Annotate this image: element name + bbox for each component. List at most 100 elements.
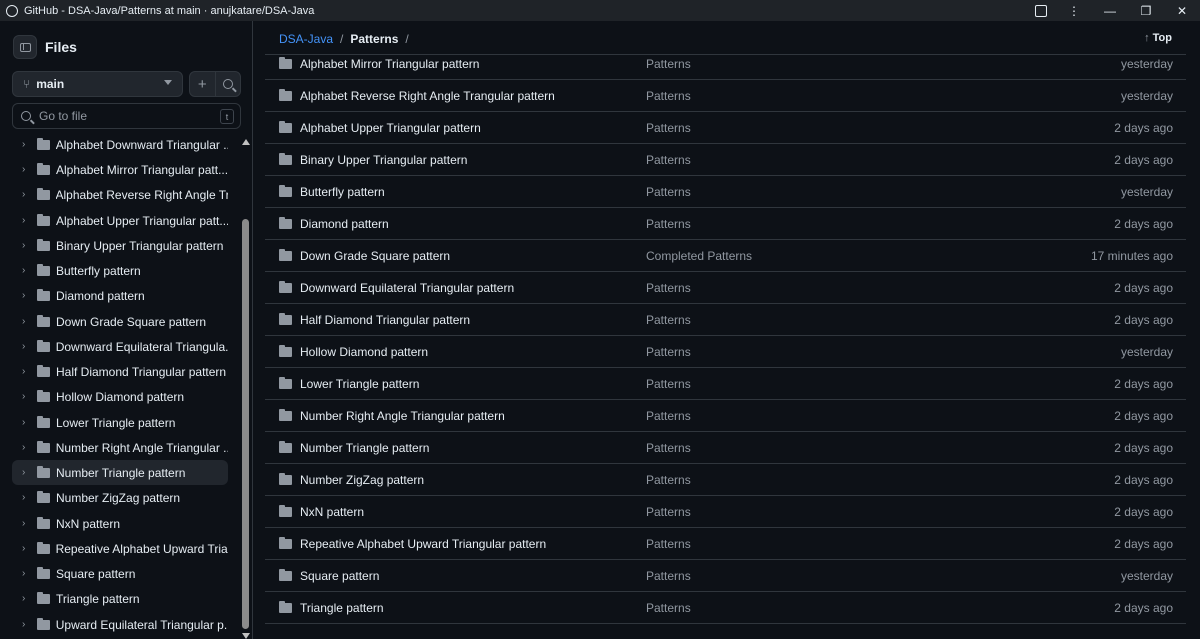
chevron-right-icon[interactable]: › — [22, 518, 30, 529]
row-commit-message[interactable]: Patterns — [646, 505, 691, 519]
tree-item[interactable]: › Upward Equilateral Triangular p... — [12, 612, 228, 637]
chevron-right-icon[interactable]: › — [22, 442, 30, 453]
tree-item[interactable]: › Triangle pattern — [12, 586, 228, 611]
scrollbar-thumb[interactable] — [242, 219, 249, 629]
row-commit-message[interactable]: Patterns — [646, 473, 691, 487]
row-commit-message[interactable]: Patterns — [646, 57, 691, 71]
chevron-right-icon[interactable]: › — [22, 341, 30, 352]
chevron-right-icon[interactable]: › — [22, 290, 30, 301]
table-row[interactable]: Alphabet Upper Triangular pattern Pattern… — [265, 112, 1186, 144]
chevron-right-icon[interactable]: › — [22, 619, 30, 630]
chevron-right-icon[interactable]: › — [22, 492, 30, 503]
breadcrumb-repo-link[interactable]: DSA-Java — [279, 32, 333, 46]
search-button[interactable] — [216, 72, 241, 96]
minimize-icon[interactable]: — — [1092, 0, 1128, 21]
tree-item[interactable]: › Alphabet Downward Triangular ... — [12, 132, 228, 157]
row-commit-message[interactable]: Patterns — [646, 217, 691, 231]
row-commit-message[interactable]: Patterns — [646, 569, 691, 583]
table-row[interactable]: Number ZigZag pattern Patterns 2 days ago — [265, 464, 1186, 496]
row-name-link[interactable]: Number ZigZag pattern — [300, 473, 640, 487]
go-to-file-input[interactable] — [39, 109, 209, 123]
row-name-link[interactable]: NxN pattern — [300, 505, 640, 519]
row-name-link[interactable]: Down Grade Square pattern — [300, 249, 640, 263]
tree-item[interactable]: › Half Diamond Triangular pattern — [12, 359, 228, 384]
scroll-down-icon[interactable] — [242, 633, 250, 639]
row-name-link[interactable]: Alphabet Mirror Triangular pattern — [300, 57, 640, 71]
chevron-right-icon[interactable]: › — [22, 215, 30, 226]
table-row[interactable]: Triangle pattern Patterns 2 days ago — [265, 592, 1186, 624]
row-commit-message[interactable]: Patterns — [646, 537, 691, 551]
row-name-link[interactable]: Butterfly pattern — [300, 185, 640, 199]
chevron-right-icon[interactable]: › — [22, 316, 30, 327]
tree-item[interactable]: › Lower Triangle pattern — [12, 410, 228, 435]
sidebar-scrollbar[interactable] — [241, 139, 251, 639]
row-name-link[interactable]: Alphabet Reverse Right Angle Trangular p… — [300, 89, 640, 103]
row-commit-message[interactable]: Patterns — [646, 153, 691, 167]
row-name-link[interactable]: Diamond pattern — [300, 217, 640, 231]
tree-item[interactable]: › Number ZigZag pattern — [12, 485, 228, 510]
table-row[interactable]: Butterfly pattern Patterns yesterday — [265, 176, 1186, 208]
row-commit-message[interactable]: Patterns — [646, 313, 691, 327]
chevron-right-icon[interactable]: › — [22, 240, 30, 251]
chevron-right-icon[interactable]: › — [22, 265, 30, 276]
tree-item[interactable]: › Downward Equilateral Triangula... — [12, 334, 228, 359]
table-row[interactable]: Lower Triangle pattern Patterns 2 days ago — [265, 368, 1186, 400]
back-to-top-button[interactable]: ↑ Top — [1144, 32, 1172, 44]
table-row[interactable]: Number Right Angle Triangular pattern Pat… — [265, 400, 1186, 432]
table-row[interactable]: Half Diamond Triangular pattern Patterns 2… — [265, 304, 1186, 336]
tree-item[interactable]: › Down Grade Square pattern — [12, 309, 228, 334]
tree-item[interactable]: › Butterfly pattern — [12, 258, 228, 283]
close-icon[interactable]: ✕ — [1164, 0, 1200, 21]
more-options-icon[interactable]: ⋮ — [1056, 0, 1092, 21]
row-name-link[interactable]: Lower Triangle pattern — [300, 377, 640, 391]
restore-icon[interactable]: ❐ — [1128, 0, 1164, 21]
row-name-link[interactable]: Half Diamond Triangular pattern — [300, 313, 640, 327]
table-row[interactable]: Repeative Alphabet Upward Triangular pat… — [265, 528, 1186, 560]
row-commit-message[interactable]: Patterns — [646, 601, 691, 615]
chevron-right-icon[interactable]: › — [22, 366, 30, 377]
row-commit-message[interactable]: Patterns — [646, 409, 691, 423]
branch-selector[interactable]: ⑂ main — [12, 71, 183, 97]
add-file-button[interactable]: + — [190, 72, 216, 96]
tree-item[interactable]: › Repeative Alphabet Upward Tria... — [12, 536, 228, 561]
tree-item[interactable]: › Hollow Diamond pattern — [12, 384, 228, 409]
row-commit-message[interactable]: Patterns — [646, 345, 691, 359]
table-row[interactable]: Alphabet Mirror Triangular pattern Patter… — [265, 55, 1186, 80]
chevron-right-icon[interactable]: › — [22, 543, 30, 554]
row-name-link[interactable]: Square pattern — [300, 569, 640, 583]
row-commit-message[interactable]: Patterns — [646, 185, 691, 199]
table-row[interactable]: Down Grade Square pattern Completed Patte… — [265, 240, 1186, 272]
table-row[interactable]: Diamond pattern Patterns 2 days ago — [265, 208, 1186, 240]
row-name-link[interactable]: Number Triangle pattern — [300, 441, 640, 455]
row-commit-message[interactable]: Patterns — [646, 441, 691, 455]
tree-item[interactable]: › Square pattern — [12, 561, 228, 586]
chevron-right-icon[interactable]: › — [22, 189, 30, 200]
table-row[interactable]: Alphabet Reverse Right Angle Trangular p… — [265, 80, 1186, 112]
table-row[interactable]: Downward Equilateral Triangular pattern P… — [265, 272, 1186, 304]
chevron-right-icon[interactable]: › — [22, 568, 30, 579]
row-name-link[interactable]: Hollow Diamond pattern — [300, 345, 640, 359]
table-row[interactable]: Number Triangle pattern Patterns 2 days ag… — [265, 432, 1186, 464]
row-commit-message[interactable]: Patterns — [646, 377, 691, 391]
table-row[interactable]: NxN pattern Patterns 2 days ago — [265, 496, 1186, 528]
chevron-right-icon[interactable]: › — [22, 391, 30, 402]
chevron-right-icon[interactable]: › — [22, 164, 30, 175]
chevron-right-icon[interactable]: › — [22, 139, 30, 150]
tree-item[interactable]: › Alphabet Upper Triangular patt... — [12, 208, 228, 233]
row-commit-message[interactable]: Patterns — [646, 281, 691, 295]
row-name-link[interactable]: Triangle pattern — [300, 601, 640, 615]
row-name-link[interactable]: Number Right Angle Triangular pattern — [300, 409, 640, 423]
extensions-icon[interactable] — [1026, 0, 1056, 21]
tree-item[interactable]: › Number Right Angle Triangular ... — [12, 435, 228, 460]
collapse-panel-button[interactable] — [13, 35, 37, 59]
row-name-link[interactable]: Binary Upper Triangular pattern — [300, 153, 640, 167]
table-row[interactable]: Square pattern Patterns yesterday — [265, 560, 1186, 592]
tree-item[interactable]: › Diamond pattern — [12, 283, 228, 308]
tree-item[interactable]: › Alphabet Reverse Right Angle Tr... — [12, 182, 228, 207]
row-commit-message[interactable]: Patterns — [646, 121, 691, 135]
row-name-link[interactable]: Downward Equilateral Triangular pattern — [300, 281, 640, 295]
scroll-up-icon[interactable] — [242, 139, 250, 145]
row-commit-message[interactable]: Patterns — [646, 89, 691, 103]
tree-item-selected[interactable]: › Number Triangle pattern — [12, 460, 228, 485]
chevron-right-icon[interactable]: › — [22, 467, 30, 478]
